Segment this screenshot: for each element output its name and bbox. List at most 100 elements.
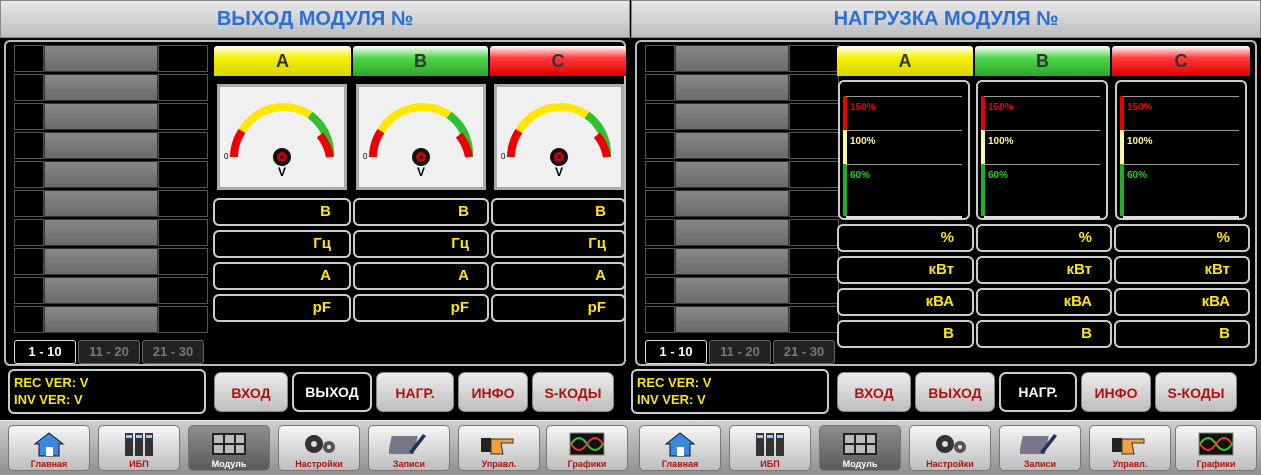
version-info: REC VER: V INV VER: V — [8, 369, 206, 414]
module-row[interactable] — [14, 74, 208, 101]
phase-b-kw: кВт — [976, 256, 1112, 284]
phase-a-voltage: В — [213, 198, 351, 226]
tab-s-codes[interactable]: S-КОДЫ — [532, 372, 614, 412]
records-pen-icon — [389, 434, 426, 454]
module-row[interactable] — [14, 103, 208, 130]
phase-b-pf: pF — [353, 294, 489, 322]
load-bar-a: 150% 100% 60% — [838, 80, 970, 220]
phase-c-kw: кВт — [1114, 256, 1250, 284]
pager-21-30[interactable]: 21 - 30 — [142, 340, 204, 364]
module-row[interactable] — [645, 248, 839, 275]
toolbar-charts-button[interactable]: Графики — [546, 425, 628, 471]
phase-c-kva: кВА — [1114, 288, 1250, 316]
phase-a-load-voltage: В — [837, 320, 974, 348]
phase-a-frequency: Гц — [213, 230, 351, 258]
phase-a-header: A — [214, 46, 351, 76]
toolbar-settings-button[interactable]: Настройки — [278, 425, 360, 471]
tab-input[interactable]: ВХОД — [837, 372, 911, 412]
toolbar-home-button[interactable]: Главная — [639, 425, 721, 471]
version-info: REC VER: V INV VER: V — [631, 369, 829, 414]
toolbar-module-button[interactable]: Модуль — [188, 425, 270, 471]
waveform-icon — [1198, 432, 1234, 456]
toolbar-charts-button[interactable]: Графики — [1175, 425, 1257, 471]
phase-b-frequency: Гц — [353, 230, 489, 258]
output-pane: ВЫХОД МОДУЛЯ № 1 - 10 11 - 20 21 - 30 A … — [0, 0, 630, 474]
toolbar-ups-button[interactable]: ИБП — [98, 425, 180, 471]
phase-a-pf: pF — [213, 294, 351, 322]
phase-b-voltage: В — [353, 198, 489, 226]
tab-input[interactable]: ВХОД — [214, 372, 288, 412]
bottom-toolbar: Главная ИБП Модуль Настройки Записи Упра… — [0, 420, 1261, 475]
module-row[interactable] — [14, 132, 208, 159]
tab-info[interactable]: ИНФО — [1081, 372, 1151, 412]
phase-b-load-percent: % — [976, 224, 1112, 252]
module-row[interactable] — [14, 306, 208, 333]
phase-c-header: C — [490, 46, 626, 76]
toolbar-home-button[interactable]: Главная — [8, 425, 90, 471]
toolbar-settings-button[interactable]: Настройки — [909, 425, 991, 471]
module-list — [645, 45, 839, 335]
toolbar-control-button[interactable]: Управл. — [458, 425, 540, 471]
module-row[interactable] — [645, 219, 839, 246]
phase-c-pf: pF — [491, 294, 626, 322]
module-row[interactable] — [645, 190, 839, 217]
module-row[interactable] — [645, 45, 839, 72]
pager-1-10[interactable]: 1 - 10 — [14, 340, 76, 364]
module-pager: 1 - 10 11 - 20 21 - 30 — [645, 340, 835, 364]
phase-b-header: B — [975, 46, 1110, 76]
pointing-hand-icon — [481, 438, 514, 455]
module-row[interactable] — [14, 190, 208, 217]
voltage-gauge-c: 0 V — [494, 84, 624, 190]
load-bar-c: 150% 100% 60% — [1115, 80, 1247, 220]
voltage-gauge-b: 0 V — [356, 84, 486, 190]
phase-a-kva: кВА — [837, 288, 974, 316]
module-row[interactable] — [14, 45, 208, 72]
toolbar-ups-button[interactable]: ИБП — [729, 425, 811, 471]
phase-a-load-percent: % — [837, 224, 974, 252]
page-title: НАГРУЗКА МОДУЛЯ № — [631, 0, 1261, 38]
section-tabs: ВХОД ВЫХОД НАГР. ИНФО S-КОДЫ — [837, 372, 1237, 412]
page-title: ВЫХОД МОДУЛЯ № — [0, 0, 630, 38]
toolbar-module-button[interactable]: Модуль — [819, 425, 901, 471]
tab-output[interactable]: ВЫХОД — [915, 372, 995, 412]
voltage-gauge-a: 0 V — [217, 84, 347, 190]
module-row[interactable] — [645, 103, 839, 130]
phase-a-current: А — [213, 262, 351, 290]
tab-s-codes[interactable]: S-КОДЫ — [1155, 372, 1237, 412]
load-bar-b: 150% 100% 60% — [976, 80, 1108, 220]
home-icon — [664, 432, 696, 457]
module-row[interactable] — [645, 277, 839, 304]
tab-output[interactable]: ВЫХОД — [292, 372, 372, 412]
phase-b-header: B — [353, 46, 488, 76]
module-row[interactable] — [14, 248, 208, 275]
phase-a-kw: кВт — [837, 256, 974, 284]
module-row[interactable] — [14, 161, 208, 188]
pager-21-30[interactable]: 21 - 30 — [773, 340, 835, 364]
pager-1-10[interactable]: 1 - 10 — [645, 340, 707, 364]
toolbar-control-button[interactable]: Управл. — [1089, 425, 1171, 471]
tab-load[interactable]: НАГР. — [376, 372, 454, 412]
records-pen-icon — [1020, 434, 1057, 454]
toolbar-records-button[interactable]: Записи — [999, 425, 1081, 471]
load-pane: НАГРУЗКА МОДУЛЯ № 1 - 10 11 - 20 21 - 30… — [631, 0, 1261, 474]
tab-info[interactable]: ИНФО — [458, 372, 528, 412]
module-row[interactable] — [645, 306, 839, 333]
phase-c-voltage: В — [491, 198, 626, 226]
module-row[interactable] — [645, 74, 839, 101]
module-row[interactable] — [645, 161, 839, 188]
section-tabs: ВХОД ВЫХОД НАГР. ИНФО S-КОДЫ — [214, 372, 614, 412]
module-row[interactable] — [14, 277, 208, 304]
module-pager: 1 - 10 11 - 20 21 - 30 — [14, 340, 204, 364]
gears-icon — [936, 435, 966, 453]
phase-c-frequency: Гц — [491, 230, 626, 258]
module-row[interactable] — [14, 219, 208, 246]
pager-11-20[interactable]: 11 - 20 — [78, 340, 140, 364]
phase-b-current: А — [353, 262, 489, 290]
toolbar-records-button[interactable]: Записи — [368, 425, 450, 471]
tab-load[interactable]: НАГР. — [999, 372, 1077, 412]
ups-cabinet-icon — [756, 433, 784, 456]
phase-c-current: А — [491, 262, 626, 290]
module-list — [14, 45, 208, 335]
pager-11-20[interactable]: 11 - 20 — [709, 340, 771, 364]
module-row[interactable] — [645, 132, 839, 159]
